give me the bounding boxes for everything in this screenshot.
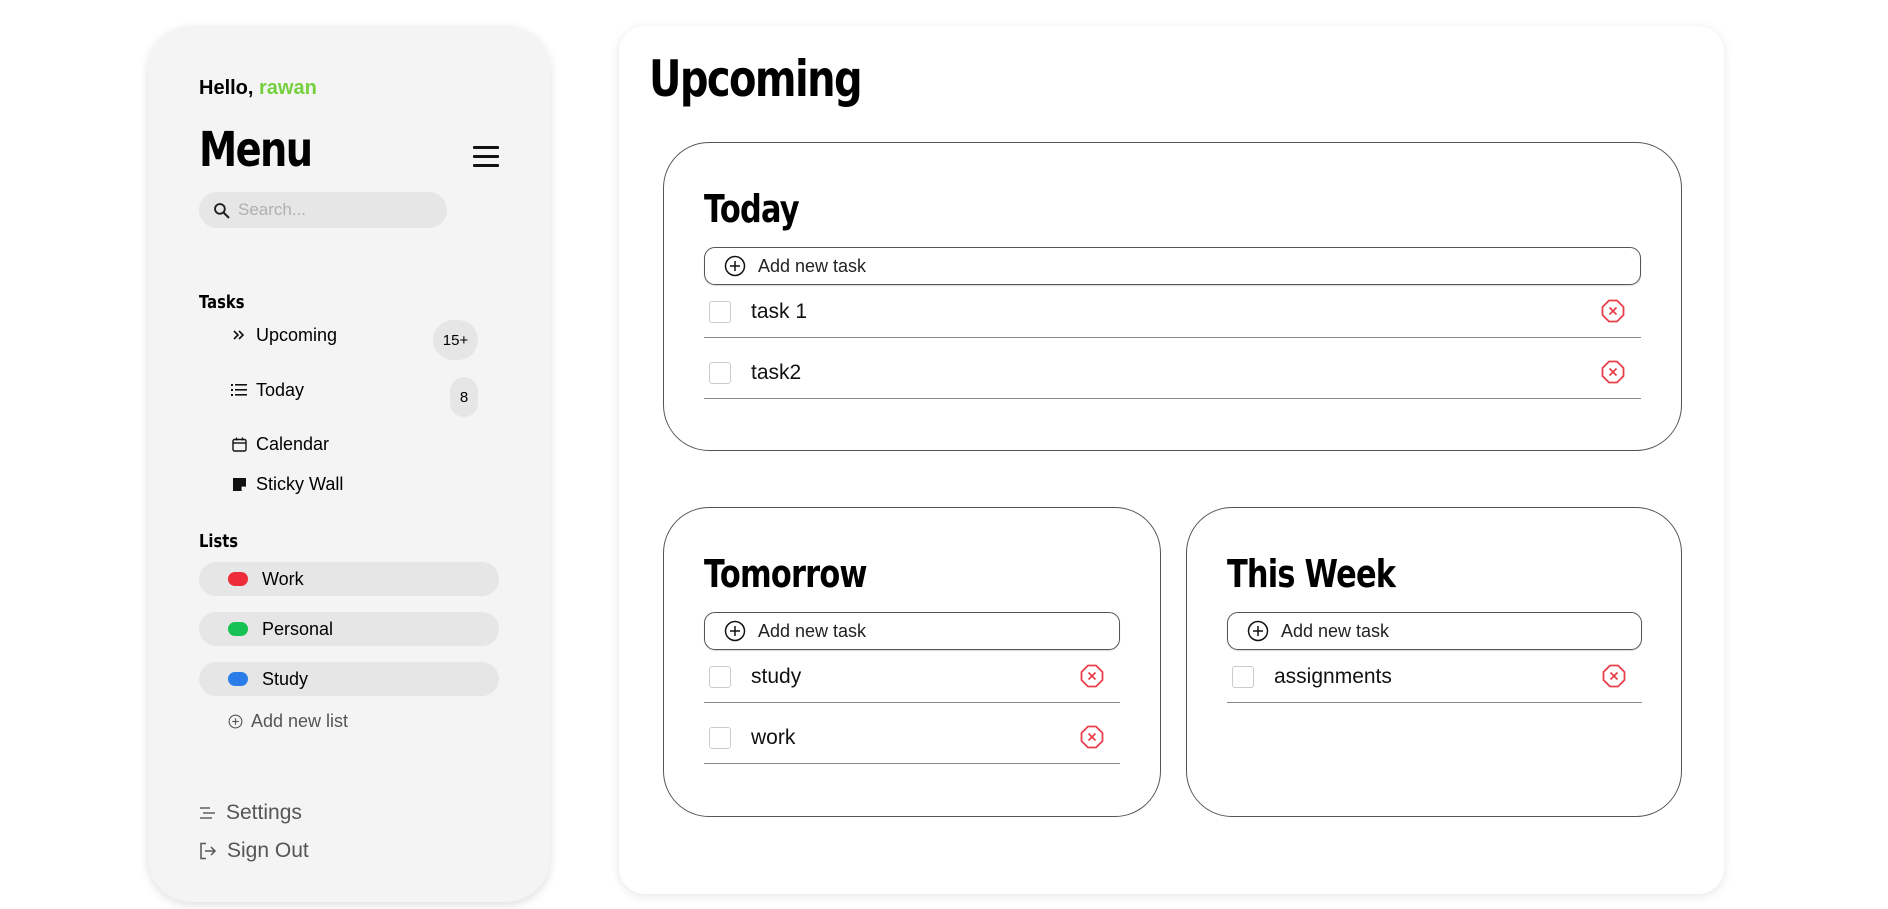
tasks-heading: Tasks: [199, 292, 245, 313]
today-count-badge: 8: [450, 377, 478, 417]
nav-item-label: Calendar: [256, 433, 330, 454]
search-icon: [214, 202, 230, 218]
task-row: study: [704, 652, 1120, 703]
greeting-text: Hello,: [199, 77, 254, 99]
list-color-dot: [228, 672, 248, 686]
add-task-button[interactable]: Add new task: [704, 612, 1120, 650]
task-checkbox[interactable]: [709, 666, 731, 688]
list-color-dot: [228, 572, 248, 586]
plus-circle-icon: [1247, 620, 1269, 642]
hamburger-menu-icon[interactable]: [473, 146, 499, 168]
nav-item-label: Upcoming: [256, 324, 338, 345]
card-title-tomorrow: Tomorrow: [704, 552, 868, 596]
today-card: Today Add new task task 1 task2: [663, 142, 1682, 451]
nav-item-label: Today: [256, 379, 305, 400]
this-week-card: This Week Add new task assignments: [1186, 507, 1682, 817]
task-checkbox[interactable]: [709, 362, 731, 384]
calendar-icon: [228, 433, 250, 455]
delete-task-icon[interactable]: [1601, 360, 1625, 389]
settings-label: Settings: [226, 801, 302, 824]
nav-item-label: Sticky Wall: [256, 473, 344, 494]
plus-circle-icon: [724, 620, 746, 642]
task-checkbox[interactable]: [1232, 666, 1254, 688]
tomorrow-card: Tomorrow Add new task study work: [663, 507, 1161, 817]
task-row: assignments: [1227, 652, 1642, 703]
task-checkbox[interactable]: [709, 301, 731, 323]
add-list-label: Add new list: [251, 711, 349, 731]
lists-heading: Lists: [199, 531, 239, 552]
delete-task-icon[interactable]: [1080, 664, 1104, 693]
search-bar[interactable]: [199, 192, 447, 228]
sidebar: Hello, rawan Menu Tasks Upcoming 15+ Tod…: [148, 26, 550, 902]
nav-item-sticky-wall[interactable]: Sticky Wall: [228, 469, 343, 499]
main-panel: Upcoming Today Add new task task 1 task2: [619, 26, 1724, 894]
greeting: Hello, rawan: [199, 77, 317, 100]
delete-task-icon[interactable]: [1080, 725, 1104, 754]
plus-circle-icon: [724, 255, 746, 277]
list-icon: [228, 379, 250, 401]
menu-title: Menu: [199, 122, 313, 178]
settings-button[interactable]: Settings: [199, 801, 302, 825]
task-checkbox[interactable]: [709, 727, 731, 749]
task-row: work: [704, 713, 1120, 764]
add-task-label: Add new task: [758, 255, 867, 276]
delete-task-icon[interactable]: [1601, 299, 1625, 328]
upcoming-count-badge: 15+: [433, 320, 478, 360]
list-item-study[interactable]: Study: [199, 662, 499, 696]
settings-sliders-icon: [200, 807, 215, 819]
nav-item-upcoming[interactable]: Upcoming: [228, 320, 337, 350]
list-item-work[interactable]: Work: [199, 562, 499, 596]
add-task-button[interactable]: Add new task: [1227, 612, 1642, 650]
search-input[interactable]: [236, 199, 440, 221]
task-label: study: [751, 665, 802, 688]
sticky-note-icon: [228, 473, 250, 495]
sign-out-label: Sign Out: [227, 839, 309, 862]
task-row: task 1: [704, 287, 1641, 338]
plus-circle-icon: [228, 714, 243, 729]
page-title: Upcoming: [649, 50, 863, 108]
list-color-dot: [228, 622, 248, 636]
nav-item-calendar[interactable]: Calendar: [228, 429, 329, 459]
add-task-button[interactable]: Add new task: [704, 247, 1641, 285]
task-row: task2: [704, 348, 1641, 399]
add-task-label: Add new task: [758, 620, 867, 641]
double-chevron-right-icon: [228, 324, 250, 346]
card-title-this-week: This Week: [1227, 552, 1396, 596]
list-item-label: Personal: [262, 618, 334, 639]
task-label: task2: [751, 361, 802, 384]
nav-item-today[interactable]: Today: [228, 375, 304, 405]
list-item-label: Study: [262, 668, 309, 689]
list-item-personal[interactable]: Personal: [199, 612, 499, 646]
task-label: assignments: [1274, 665, 1392, 688]
sign-out-button[interactable]: Sign Out: [199, 839, 309, 863]
task-label: work: [751, 726, 796, 749]
task-label: task 1: [751, 300, 808, 323]
username: rawan: [259, 77, 317, 99]
add-task-label: Add new task: [1281, 620, 1390, 641]
add-new-list-button[interactable]: Add new list: [228, 711, 348, 732]
list-item-label: Work: [262, 568, 304, 589]
sign-out-icon: [200, 842, 217, 860]
delete-task-icon[interactable]: [1602, 664, 1626, 693]
card-title-today: Today: [704, 187, 800, 231]
